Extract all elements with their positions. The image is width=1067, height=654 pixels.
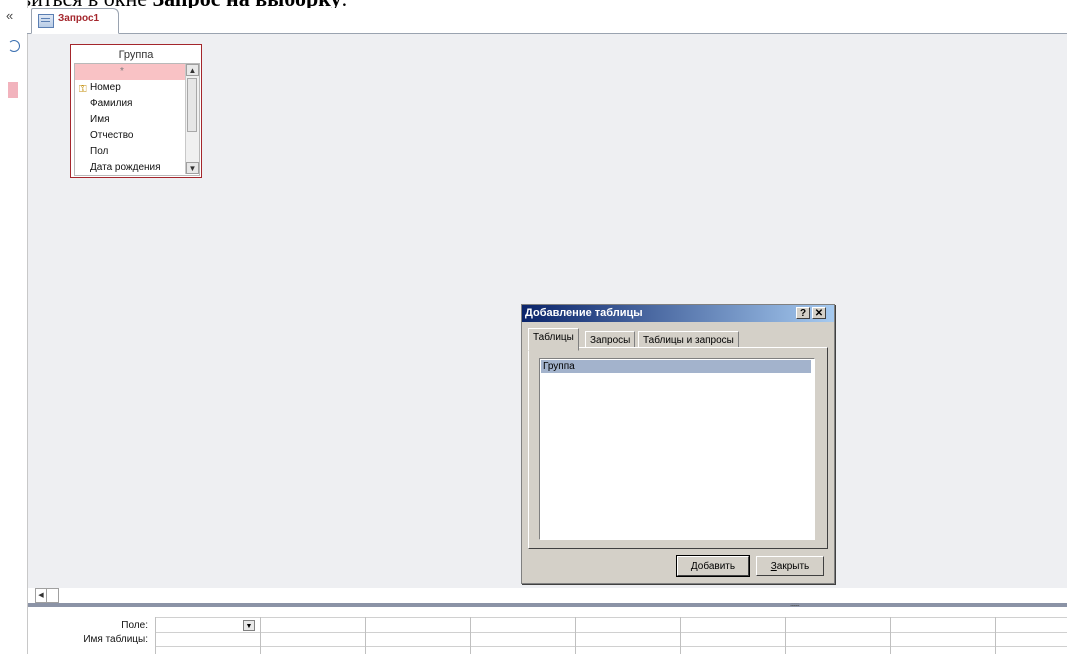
field-list-body: * ⚿ Номер Фамилия Имя Отчество Пол Дата … — [74, 63, 200, 176]
dialog-title-bar[interactable]: Добавление таблицы ? ✕ — [522, 305, 834, 322]
field-list-title[interactable]: Группа — [71, 49, 201, 61]
field-list-scrollbar[interactable]: ▲ ▼ — [185, 64, 199, 174]
refresh-icon[interactable] — [8, 40, 20, 52]
add-table-dialog: Добавление таблицы ? ✕ Таблицы Запросы Т… — [521, 304, 835, 584]
field-item-gender[interactable]: Пол — [75, 144, 185, 160]
scroll-up-icon[interactable]: ▲ — [186, 64, 199, 76]
field-item-number[interactable]: ⚿ Номер — [75, 80, 185, 96]
grid-column[interactable] — [890, 617, 996, 654]
row-label-field: Поле: — [121, 620, 148, 631]
design-horizontal-scrollbar[interactable]: ◀ — [35, 588, 59, 603]
grid-column[interactable] — [365, 617, 471, 654]
tab-label: Запрос1 — [58, 13, 100, 24]
selected-object-marker — [8, 82, 18, 98]
query-grid: Поле: Имя таблицы: ▼ — [28, 607, 1067, 654]
grid-column[interactable] — [680, 617, 786, 654]
field-item-birthdate[interactable]: Дата рождения — [75, 160, 185, 175]
grid-column[interactable] — [470, 617, 576, 654]
grid-column[interactable] — [260, 617, 366, 654]
grid-column[interactable] — [575, 617, 681, 654]
table-field-list[interactable]: Группа * ⚿ Номер Фамилия Имя Отчество По… — [70, 44, 202, 178]
collapse-pane-button[interactable]: « — [6, 8, 13, 23]
list-item[interactable]: Группа — [541, 360, 811, 373]
tables-listbox[interactable]: Группа — [539, 358, 815, 540]
tab-query1[interactable]: Запрос1 — [31, 8, 119, 34]
grid-column[interactable] — [785, 617, 891, 654]
row-label-table: Имя таблицы: — [83, 634, 148, 645]
field-dropdown-icon[interactable]: ▼ — [243, 620, 255, 631]
tab-tables[interactable]: Таблицы — [528, 328, 579, 351]
add-button[interactable]: Добавить — [676, 555, 750, 577]
scroll-left-icon[interactable]: ◀ — [36, 589, 47, 602]
scroll-thumb[interactable] — [187, 78, 197, 132]
close-button[interactable]: Закрыть — [756, 556, 824, 576]
scroll-down-icon[interactable]: ▼ — [186, 162, 199, 174]
field-item-all[interactable]: * — [75, 64, 185, 80]
dialog-tab-panel: Группа — [528, 347, 828, 549]
help-button[interactable]: ? — [796, 307, 810, 319]
grid-column[interactable] — [995, 617, 1067, 654]
document-tab-bar: Запрос1 — [27, 8, 1067, 34]
navigation-pane: « — [0, 0, 28, 654]
dialog-close-icon[interactable]: ✕ — [812, 307, 826, 319]
field-item-name[interactable]: Имя — [75, 112, 185, 128]
dialog-title: Добавление таблицы — [525, 307, 643, 319]
query-icon — [38, 14, 54, 28]
field-item-patronymic[interactable]: Отчество — [75, 128, 185, 144]
field-item-surname[interactable]: Фамилия — [75, 96, 185, 112]
